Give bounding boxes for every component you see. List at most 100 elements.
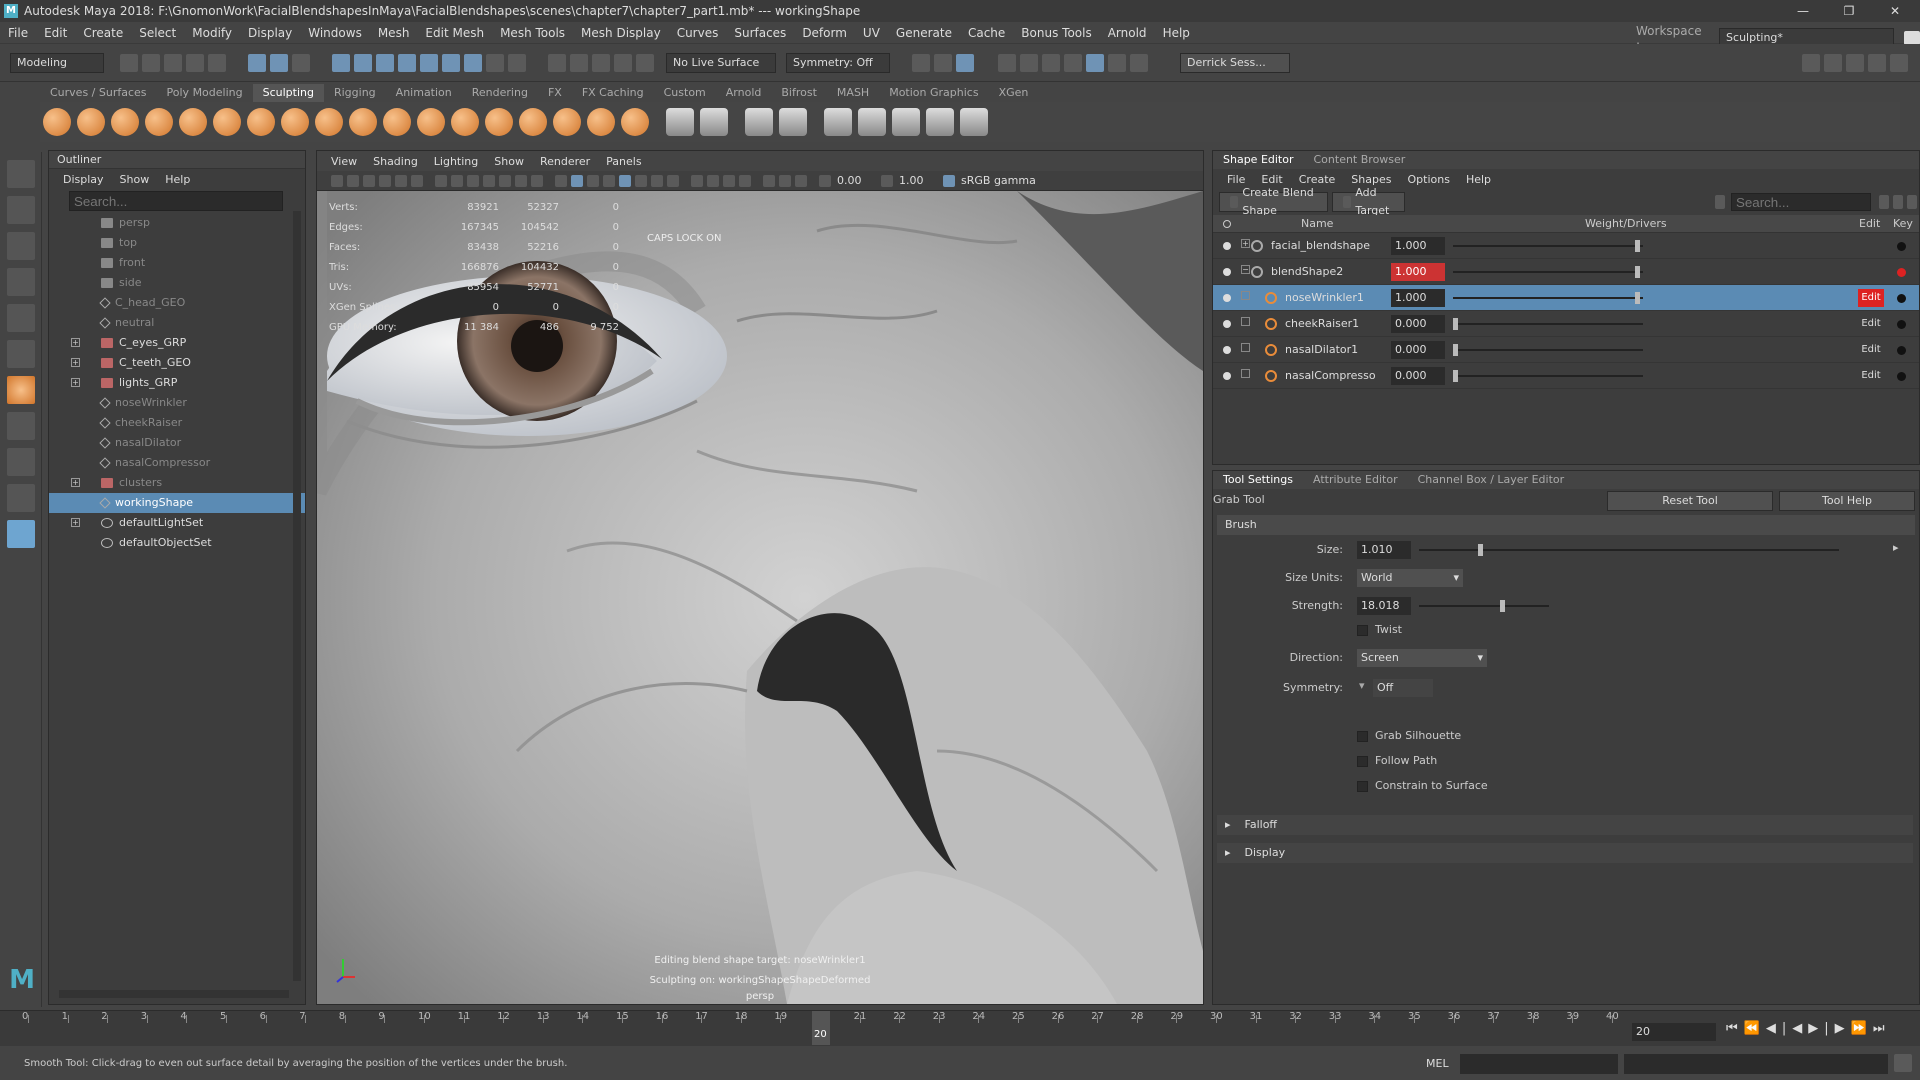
edit-button[interactable] xyxy=(1858,237,1884,255)
expand-icon[interactable]: + xyxy=(1241,239,1250,248)
viewport-menu-show[interactable]: Show xyxy=(486,155,532,168)
strength-slider[interactable] xyxy=(1419,600,1549,612)
outliner-item[interactable]: neutral xyxy=(49,313,305,333)
step-forward-frame-icon[interactable]: |▶ xyxy=(1824,1021,1850,1036)
exposure-field[interactable]: 0.00 xyxy=(837,174,875,187)
display-section-header[interactable]: ▸ Display xyxy=(1217,843,1913,863)
gate-mask-icon[interactable] xyxy=(483,174,495,187)
outliner-item[interactable]: nasalCompressor xyxy=(49,453,305,473)
shelf-tab-custom[interactable]: Custom xyxy=(654,84,716,102)
relax-tool-icon[interactable] xyxy=(111,108,139,136)
xray-components-icon[interactable] xyxy=(795,174,807,187)
size-slider-knob[interactable] xyxy=(1477,544,1483,556)
wireframe-icon[interactable] xyxy=(555,174,567,187)
follow-path-checkbox[interactable] xyxy=(1357,756,1368,767)
snap-point-icon[interactable] xyxy=(376,53,394,72)
edit-button[interactable] xyxy=(1858,263,1884,281)
reset-tool-button[interactable]: Reset Tool xyxy=(1607,491,1773,511)
exposure-icon[interactable] xyxy=(819,174,831,187)
repeat-tool-icon[interactable] xyxy=(315,108,343,136)
symmetry-dropdown-icon[interactable]: ▾ xyxy=(1359,679,1365,692)
size-units-dropdown[interactable]: World ▾ xyxy=(1357,569,1463,587)
weight-slider-knob[interactable] xyxy=(1453,318,1458,330)
play-backward-icon[interactable]: ◀ xyxy=(1792,1021,1808,1036)
key-icon[interactable] xyxy=(1897,372,1906,381)
play-forward-icon[interactable]: ▶ xyxy=(1808,1021,1824,1036)
four-pane-icon[interactable] xyxy=(7,448,35,476)
smear-tool-icon[interactable] xyxy=(519,108,547,136)
save-scene-icon[interactable] xyxy=(164,53,182,72)
xray-icon[interactable] xyxy=(619,174,631,187)
visibility-icon[interactable] xyxy=(1223,372,1231,380)
step-back-key-icon[interactable]: ⏪ xyxy=(1744,1021,1766,1036)
weight-field[interactable]: 1.000 xyxy=(1391,237,1445,255)
shape-editor-menu-help[interactable]: Help xyxy=(1458,173,1499,186)
erase-target-icon[interactable] xyxy=(926,108,954,136)
name-column-header[interactable]: Name xyxy=(1301,217,1333,230)
key-icon[interactable] xyxy=(1897,242,1906,251)
attribute-editor-icon[interactable] xyxy=(1846,53,1864,72)
visibility-icon[interactable] xyxy=(1223,346,1231,354)
menu-mesh[interactable]: Mesh xyxy=(370,26,418,40)
edit-button[interactable]: Edit xyxy=(1858,289,1884,307)
weight-field[interactable]: 0.000 xyxy=(1391,341,1445,359)
script-editor-icon[interactable] xyxy=(1894,1054,1912,1072)
tool-settings-tab-channel-box-layer-editor[interactable]: Channel Box / Layer Editor xyxy=(1408,471,1575,489)
menu-curves[interactable]: Curves xyxy=(669,26,727,40)
film-gate-icon[interactable] xyxy=(451,174,463,187)
tool-help-button[interactable]: Tool Help xyxy=(1779,491,1915,511)
xray-joints-icon[interactable] xyxy=(779,174,791,187)
render-settings-icon[interactable] xyxy=(998,53,1016,72)
wax-tool-icon[interactable] xyxy=(383,108,411,136)
shape-name[interactable]: nasalDilator1 xyxy=(1285,343,1358,356)
channel-box-icon[interactable] xyxy=(1890,53,1908,72)
smooth-shade-icon[interactable] xyxy=(571,174,583,187)
knife-tool-icon[interactable] xyxy=(485,108,513,136)
lock-icon[interactable] xyxy=(1903,31,1920,45)
user-account-dropdown[interactable]: Derrick Sess... xyxy=(1180,52,1290,73)
weight-field[interactable]: 0.000 xyxy=(1391,367,1445,385)
shelf-tab-animation[interactable]: Animation xyxy=(386,84,462,102)
key-icon[interactable] xyxy=(1897,320,1906,329)
redo-icon[interactable] xyxy=(208,53,226,72)
layered-texture-icon[interactable] xyxy=(858,108,886,136)
menu-windows[interactable]: Windows xyxy=(300,26,370,40)
grab-silhouette-checkbox[interactable] xyxy=(1357,731,1368,742)
construction-history-icon[interactable] xyxy=(548,53,566,72)
expand-icon[interactable]: + xyxy=(71,478,80,487)
live-surface-field[interactable]: No Live Surface xyxy=(666,52,776,73)
shape-editor-menu-options[interactable]: Options xyxy=(1399,173,1457,186)
smooth-tool-icon[interactable] xyxy=(77,108,105,136)
outliner-item[interactable]: + defaultLightSet xyxy=(49,513,305,533)
two-pane-icon[interactable] xyxy=(7,484,35,512)
menu-cache[interactable]: Cache xyxy=(960,26,1013,40)
outliner-item[interactable]: side xyxy=(49,273,305,293)
weight-slider[interactable] xyxy=(1453,318,1643,330)
menu-deform[interactable]: Deform xyxy=(794,26,855,40)
tool-settings-tab-attribute-editor[interactable]: Attribute Editor xyxy=(1303,471,1408,489)
weight-slider-knob[interactable] xyxy=(1635,292,1640,304)
spray-tool-icon[interactable] xyxy=(281,108,309,136)
outliner-item[interactable]: noseWrinkler xyxy=(49,393,305,413)
field-chart-icon[interactable] xyxy=(499,174,511,187)
menu-mesh-display[interactable]: Mesh Display xyxy=(573,26,669,40)
strength-field[interactable]: 18.018 xyxy=(1357,597,1411,615)
direction-dropdown[interactable]: Screen ▾ xyxy=(1357,649,1487,667)
single-pane-icon[interactable] xyxy=(7,412,35,440)
ipr-render-icon[interactable] xyxy=(956,53,974,72)
amplify-tool-icon[interactable] xyxy=(587,108,615,136)
shape-name[interactable]: nasalCompresso xyxy=(1285,369,1376,382)
2d-pan-icon[interactable] xyxy=(395,174,407,187)
size-arrow-icon[interactable]: ▸ xyxy=(1893,541,1899,554)
outliner-item[interactable]: workingShape xyxy=(49,493,305,513)
camera-lock-icon[interactable] xyxy=(347,174,359,187)
menu-generate[interactable]: Generate xyxy=(888,26,960,40)
mel-input[interactable] xyxy=(1460,1054,1618,1074)
snap-view-icon[interactable] xyxy=(442,53,460,72)
weight-slider[interactable] xyxy=(1453,266,1643,278)
link-icon[interactable] xyxy=(1714,195,1725,209)
key-column-header[interactable]: Key xyxy=(1893,217,1913,230)
add-target-button[interactable]: Add Target xyxy=(1332,186,1405,217)
falloff-section-header[interactable]: ▸ Falloff xyxy=(1217,815,1913,835)
freeze-tool-icon[interactable] xyxy=(621,108,649,136)
